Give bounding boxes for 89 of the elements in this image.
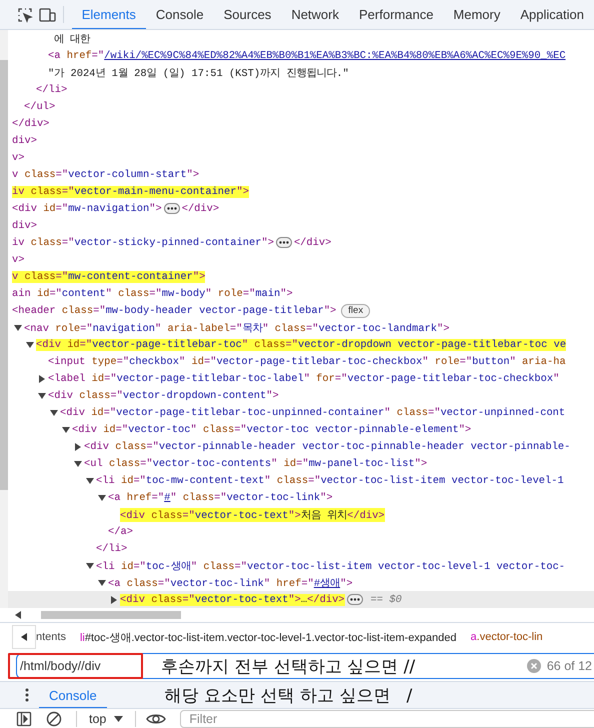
dom-tree-node[interactable]: div> [8, 132, 594, 149]
clear-console-icon[interactable] [46, 711, 62, 727]
caret-down-icon[interactable] [26, 340, 34, 348]
dom-tree-node[interactable]: <a class="vector-toc-link" href="#생애"> [8, 574, 594, 591]
dom-tree-node[interactable]: <a href="#" class="vector-toc-link"> [8, 489, 594, 506]
dom-tree-node[interactable]: </li> [8, 540, 594, 557]
caret-down-icon[interactable] [74, 460, 82, 468]
dom-tree-node[interactable]: ain id="content" class="mw-body" role="main"> [8, 285, 594, 302]
ellipsis-icon [166, 207, 177, 210]
search-highlight: <div class="vector-toc-text">처음 위치</div> [120, 508, 385, 522]
breadcrumb[interactable]: ntents [36, 631, 66, 643]
panel-tab[interactable]: Sources [214, 0, 282, 29]
flex-badge[interactable]: flex [341, 304, 370, 318]
caret-down-icon[interactable] [14, 324, 22, 332]
dom-tree-node[interactable]: v class="mw-content-container"> [8, 268, 594, 285]
search-highlight: iv class="vector-main-menu-container"> [12, 186, 249, 198]
dom-tree-node[interactable]: </li> [8, 81, 594, 98]
device-toolbar-icon[interactable] [39, 6, 56, 22]
match-count: 66 of 12 [546, 659, 592, 673]
dom-tree-node[interactable]: <ul class="vector-toc-contents" id="mw-panel-toc-list"> [8, 455, 594, 472]
dom-tree-node[interactable]: <div id="mw-navigation"> </div> [8, 200, 594, 217]
breadcrumb[interactable]: li#toc-생애.vector-toc-list-item.vector-toc-level-1.vector-toc-list-item-expanded [80, 630, 457, 644]
dom-tree-node[interactable]: <div id="vector-page-titlebar-toc" class="vector-dropdown vector-page-titlebar-toc ve [8, 336, 594, 353]
panel-tab[interactable]: Network [281, 0, 349, 29]
dom-tree-node[interactable]: <div class="vector-pinnable-header vector-toc-pinnable-header vector-pinnable- [8, 438, 594, 455]
dom-tree-node[interactable]: <a href="/wiki/%EC%9C%84%ED%82%A4%EB%B0%B1%EA%B3%BC:%EA%B4%80%EB%A6%AC%EC%9E%90_%EC [8, 47, 594, 64]
caret-down-icon[interactable] [98, 494, 106, 502]
panel-tab[interactable]: Application [510, 0, 594, 29]
search-highlight: <div id="vector-page-titlebar-toc" class="vector-dropdown vector-page-titlebar-toc ve [36, 338, 566, 350]
dom-tree-node[interactable]: v class="vector-column-start"> [8, 166, 594, 183]
dom-tree-node[interactable]: <header class="mw-body-header vector-page-titlebar"> flex [8, 302, 594, 319]
dom-tree-node[interactable]: <div id="vector-toc" class="vector-toc vector-pinnable-element"> [8, 421, 594, 438]
scroll-left-icon[interactable] [15, 611, 21, 619]
more-button[interactable] [164, 203, 180, 214]
caret-right-icon[interactable] [74, 442, 82, 450]
dom-tree-node[interactable]: <li id="toc-mw-content-text" class="vector-toc-list-item vector-toc-level-1 [8, 472, 594, 489]
scroll-left-button[interactable] [12, 625, 36, 649]
caret-right-icon[interactable] [110, 596, 118, 604]
dom-tree-node[interactable]: </a> [8, 523, 594, 540]
drawer-tab[interactable]: Console [39, 682, 107, 708]
dom-tree-node[interactable]: iv class="vector-sticky-pinned-container"> </div> [8, 234, 594, 251]
caret-down-icon[interactable] [62, 426, 70, 434]
search-highlight: <div class="vector-toc-text">…</div> [120, 594, 345, 606]
dom-tree-node[interactable]: div> [8, 217, 594, 234]
caret-left-icon [21, 633, 27, 641]
annotation-text: 후손까지 전부 선택하고 싶으면 // [161, 656, 416, 678]
dom-tree-node[interactable]: <div id="vector-page-titlebar-toc-unpinned-container" class="vector-unpinned-cont [8, 404, 594, 421]
search-highlight: v class="mw-content-container"> [12, 270, 206, 282]
panel-tab[interactable]: Console [146, 0, 214, 29]
caret-down-icon[interactable] [86, 476, 94, 484]
caret-down-icon[interactable] [86, 562, 94, 570]
context-dropdown[interactable]: top [87, 712, 126, 726]
panel-tab[interactable]: Memory [443, 0, 510, 29]
dom-tree-node[interactable]: <input type="checkbox" id="vector-page-titlebar-toc-checkbox" role="button" aria-ha [8, 353, 594, 370]
ellipsis-icon [350, 598, 360, 601]
scrollbar-thumb[interactable] [41, 611, 181, 619]
caret-down-icon[interactable] [98, 578, 106, 586]
dom-tree-node[interactable]: v> [8, 251, 594, 268]
dom-tree-node[interactable]: <div class="vector-toc-text">…</div> == $0 [8, 591, 594, 608]
dom-tree-node[interactable]: 에 대한 [8, 30, 594, 47]
dom-tree-node[interactable]: v> [8, 149, 594, 166]
ellipsis-icon [278, 241, 289, 244]
selected-node-note: == $0 [370, 594, 402, 606]
panel-tab[interactable]: Performance [349, 0, 444, 29]
dom-tree-node[interactable]: <nav role="navigation" aria-label="목차" class="vector-toc-landmark"> [8, 319, 594, 336]
dom-tree-node[interactable]: <div class="vector-toc-text">처음 위치</div> [8, 506, 594, 523]
inspect-icon[interactable] [17, 6, 34, 22]
dom-tree-node[interactable]: </ul> [8, 98, 594, 115]
dom-tree-node[interactable]: <label id="vector-page-titlebar-toc-label" for="vector-page-titlebar-toc-checkbox" [8, 370, 594, 387]
more-options-icon[interactable] [25, 688, 29, 702]
caret-down-icon[interactable] [50, 408, 58, 416]
panel-tab[interactable]: Elements [72, 0, 146, 29]
annotation-text: 해당 요소만 선택 하고 싶으면 / [164, 684, 412, 706]
caret-down-icon[interactable] [38, 392, 46, 400]
more-button[interactable] [346, 594, 363, 605]
dom-tree-node[interactable]: iv class="vector-main-menu-container"> [8, 183, 594, 200]
dom-tree-node[interactable]: "가 2024년 1월 28일 (일) 17:51 (KST)까지 진행됩니다." [8, 64, 594, 81]
scrollbar-thumb[interactable] [0, 60, 8, 490]
eye-icon[interactable] [146, 712, 166, 726]
caret-right-icon[interactable] [38, 374, 46, 382]
breadcrumb[interactable]: a.vector-toc-lin [470, 631, 543, 643]
more-button[interactable] [276, 237, 292, 248]
filter-field[interactable]: Filter [180, 710, 594, 728]
dom-tree-node[interactable]: <li id="toc-생애" class="vector-toc-list-item vector-toc-level-1 vector-toc- [8, 557, 594, 574]
dom-tree-node[interactable]: <div class="vector-dropdown-content"> [8, 387, 594, 404]
caret-down-icon [114, 716, 124, 722]
sidebar-icon[interactable] [16, 711, 32, 727]
dom-tree-node[interactable]: </div> [8, 115, 594, 132]
search-field[interactable]: /html/body//div [8, 653, 143, 679]
